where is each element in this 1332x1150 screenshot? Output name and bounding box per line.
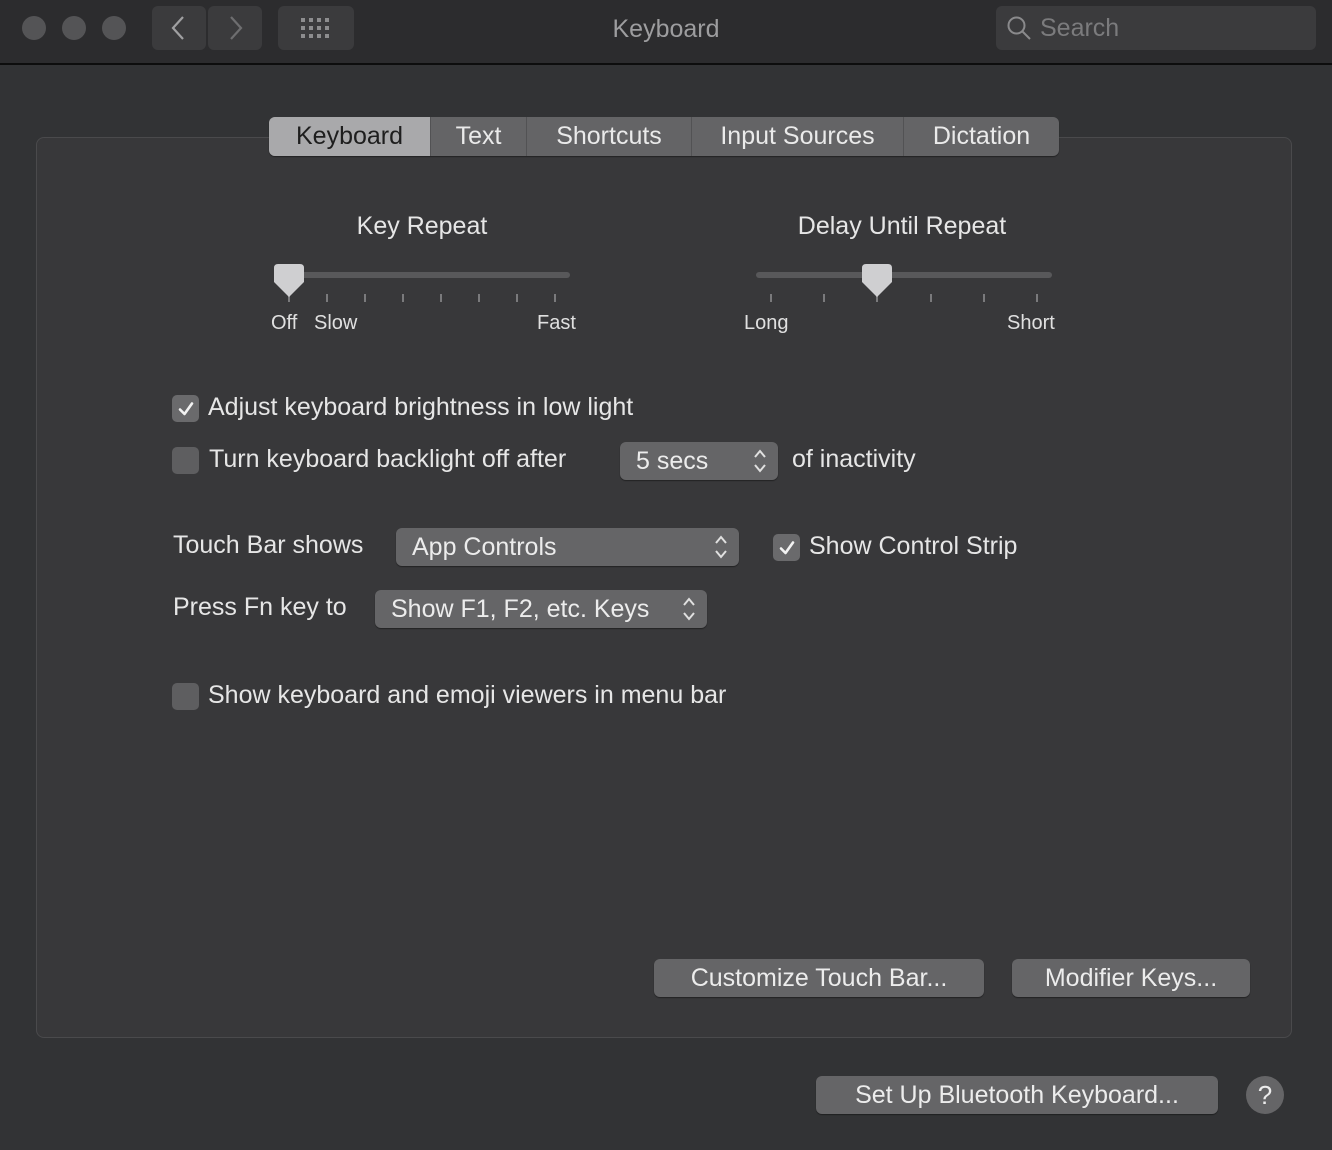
up-down-chevron-icon bbox=[683, 597, 695, 621]
help-button[interactable]: ? bbox=[1246, 1076, 1284, 1114]
emoji-viewers-label: Show keyboard and emoji viewers in menu … bbox=[208, 681, 727, 709]
key-repeat-tick bbox=[478, 294, 480, 302]
modifier-keys-button[interactable]: Modifier Keys... bbox=[1012, 959, 1250, 997]
delay-until-repeat-tick bbox=[1036, 294, 1038, 302]
tab-input-sources[interactable]: Input Sources bbox=[692, 117, 904, 156]
backlight-timeout-value: 5 secs bbox=[636, 446, 709, 475]
key-repeat-thumb[interactable] bbox=[274, 264, 304, 298]
show-control-strip-label: Show Control Strip bbox=[809, 532, 1018, 560]
tab-keyboard[interactable]: Keyboard bbox=[269, 117, 431, 156]
fn-key-popup[interactable]: Show F1, F2, etc. Keys bbox=[375, 590, 707, 628]
backlight-timeout-popup[interactable]: 5 secs bbox=[620, 442, 778, 480]
close-window-button[interactable] bbox=[22, 16, 46, 40]
delay-until-repeat-thumb[interactable] bbox=[862, 264, 893, 298]
delay-long-label: Long bbox=[744, 312, 789, 334]
key-repeat-tick bbox=[402, 294, 404, 302]
checkmark-icon bbox=[779, 540, 794, 554]
show-control-strip-checkbox[interactable] bbox=[773, 534, 800, 561]
search-field[interactable] bbox=[996, 6, 1316, 50]
grid-icon bbox=[301, 18, 329, 38]
zoom-window-button[interactable] bbox=[102, 16, 126, 40]
key-repeat-tick bbox=[326, 294, 328, 302]
tab-text[interactable]: Text bbox=[431, 117, 527, 156]
delay-until-repeat-title: Delay Until Repeat bbox=[797, 212, 1007, 240]
search-input[interactable] bbox=[1040, 13, 1300, 43]
adjust-brightness-label: Adjust keyboard brightness in low light bbox=[208, 393, 634, 421]
touch-bar-popup[interactable]: App Controls bbox=[396, 528, 739, 566]
show-all-button[interactable] bbox=[278, 6, 354, 50]
key-repeat-tick bbox=[554, 294, 556, 302]
title-bar: Keyboard bbox=[0, 0, 1332, 65]
set-up-bluetooth-keyboard-button[interactable]: Set Up Bluetooth Keyboard... bbox=[816, 1076, 1218, 1114]
content-panel bbox=[36, 137, 1292, 1038]
checkmark-icon bbox=[178, 401, 193, 415]
key-repeat-tick bbox=[516, 294, 518, 302]
tab-bar: Keyboard Text Shortcuts Input Sources Di… bbox=[269, 117, 1059, 156]
customize-touch-bar-button[interactable]: Customize Touch Bar... bbox=[654, 959, 984, 997]
touch-bar-value: App Controls bbox=[412, 532, 557, 561]
key-repeat-tick bbox=[440, 294, 442, 302]
delay-until-repeat-tick bbox=[823, 294, 826, 302]
adjust-brightness-checkbox[interactable] bbox=[172, 395, 199, 422]
key-repeat-track[interactable] bbox=[274, 272, 570, 278]
back-button[interactable] bbox=[152, 6, 206, 50]
key-repeat-fast-label: Fast bbox=[537, 312, 576, 334]
tab-shortcuts[interactable]: Shortcuts bbox=[527, 117, 692, 156]
up-down-chevron-icon bbox=[754, 449, 766, 473]
delay-short-label: Short bbox=[1007, 312, 1055, 334]
backlight-off-checkbox[interactable] bbox=[172, 447, 199, 474]
key-repeat-title: Key Repeat bbox=[356, 212, 488, 240]
chevron-left-icon bbox=[171, 16, 184, 40]
key-repeat-slow-label: Slow bbox=[314, 312, 358, 334]
forward-button[interactable] bbox=[208, 6, 262, 50]
delay-until-repeat-tick bbox=[982, 294, 985, 302]
up-down-chevron-icon bbox=[715, 535, 727, 559]
minimize-window-button[interactable] bbox=[62, 16, 86, 40]
inactivity-label: of inactivity bbox=[792, 445, 916, 473]
fn-key-label: Press Fn key to bbox=[173, 593, 347, 621]
delay-until-repeat-tick bbox=[929, 294, 932, 302]
backlight-off-label: Turn keyboard backlight off after bbox=[209, 445, 567, 473]
search-icon bbox=[1007, 16, 1031, 40]
fn-key-value: Show F1, F2, etc. Keys bbox=[391, 594, 650, 623]
delay-until-repeat-tick bbox=[770, 294, 772, 302]
delay-until-repeat-track[interactable] bbox=[756, 272, 1052, 278]
tab-dictation[interactable]: Dictation bbox=[904, 117, 1059, 156]
touch-bar-shows-label: Touch Bar shows bbox=[173, 531, 364, 559]
key-repeat-tick bbox=[364, 294, 366, 302]
emoji-viewers-checkbox[interactable] bbox=[172, 683, 199, 710]
chevron-right-icon bbox=[230, 16, 243, 40]
key-repeat-off-label: Off bbox=[271, 312, 298, 334]
